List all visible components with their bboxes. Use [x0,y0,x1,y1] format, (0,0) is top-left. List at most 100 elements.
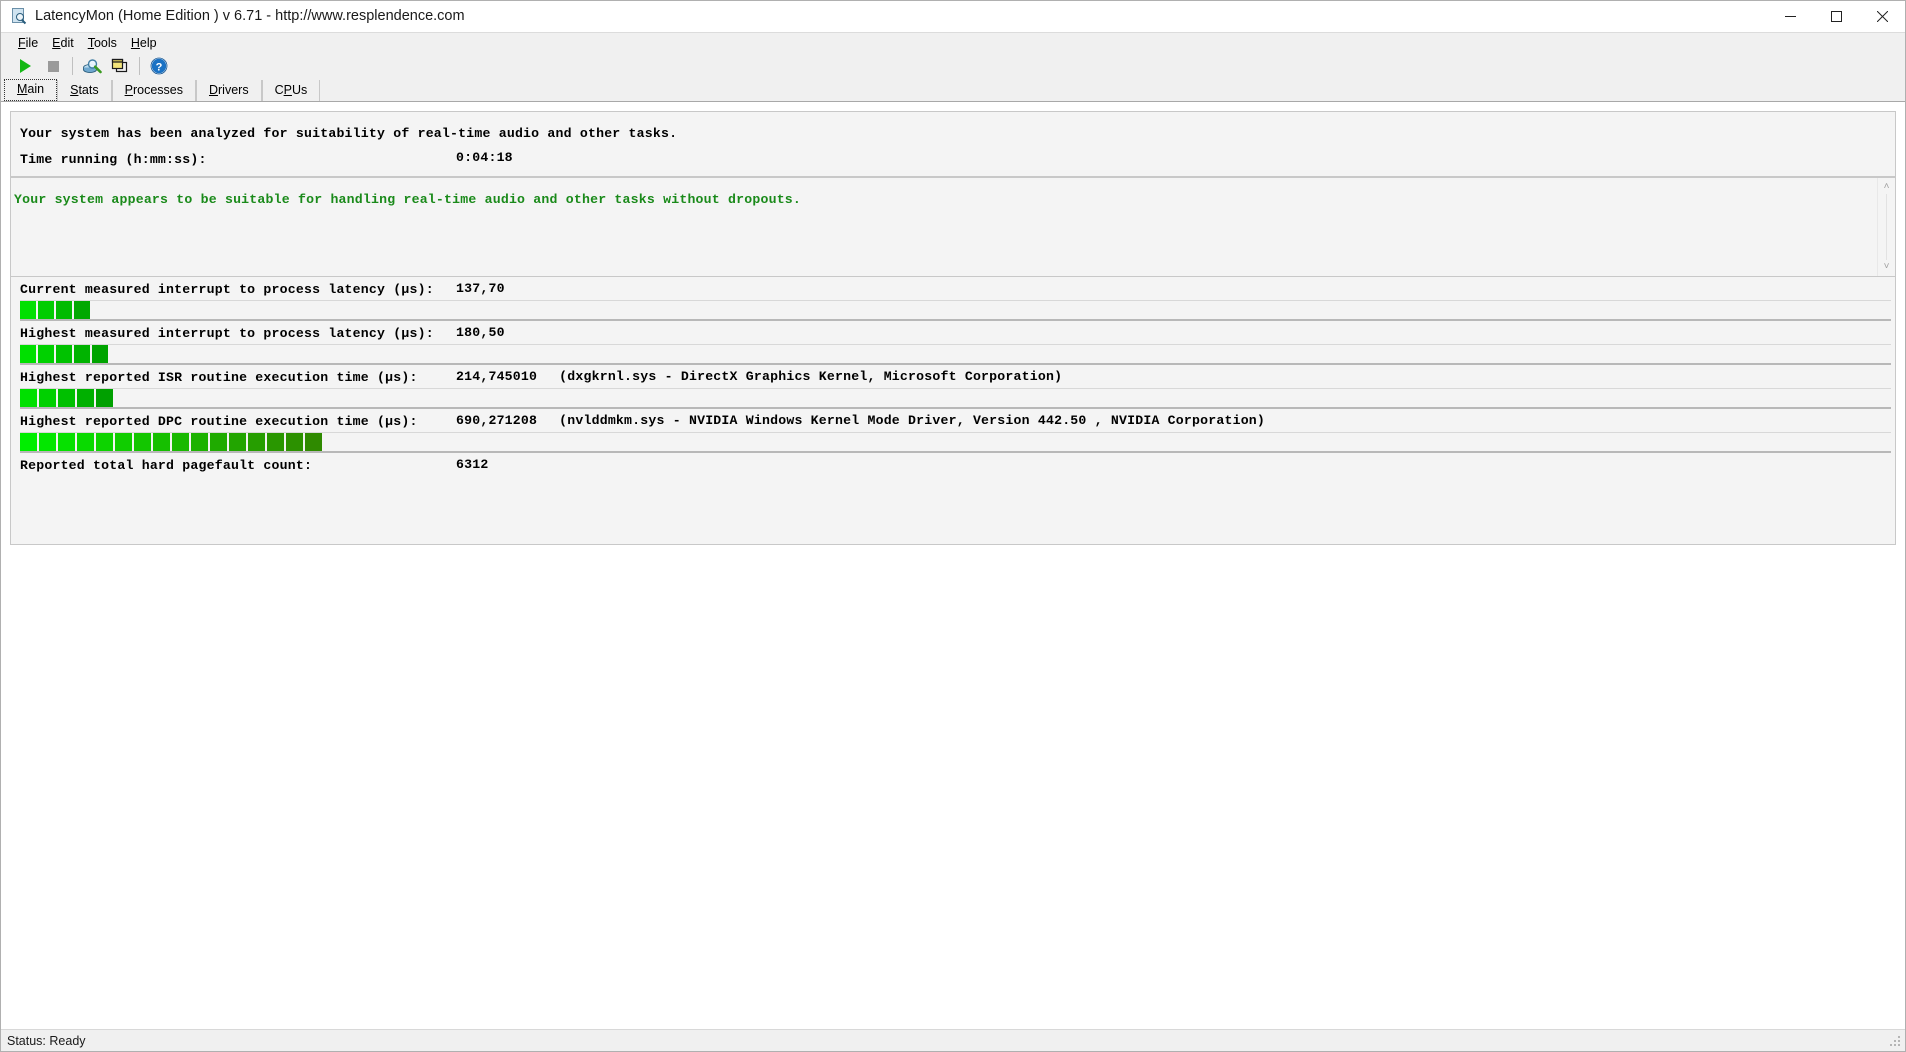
menu-edit[interactable]: Edit [45,35,81,52]
bar-segment [286,433,303,451]
start-monitoring-button[interactable] [11,54,39,78]
tab-stats[interactable]: Stats [57,80,112,101]
stop-icon [47,60,59,72]
close-button[interactable] [1859,1,1905,31]
bar-segment [56,345,72,363]
scroll-down-arrow-icon[interactable]: ˅ [1884,258,1890,276]
bar-segment [210,433,227,451]
bar-segment [20,389,37,407]
tab-main[interactable]: Main [4,79,58,101]
latencymon-window: LatencyMon (Home Edition ) v 6.71 - http… [0,0,1906,1052]
toolbar-separator-1 [72,57,73,75]
metrics-footer-space [11,476,1895,538]
maximize-button[interactable] [1813,1,1859,31]
metric-bar [20,300,1891,321]
system-info-button[interactable] [78,54,106,78]
bar-segment [39,389,56,407]
latencymon-app-icon [11,8,27,25]
bar-segment [305,433,322,451]
resize-grip-icon[interactable] [1888,1034,1902,1048]
analysis-summary-line: Your system has been analyzed for suitab… [20,126,678,141]
metric-reported-hard-pagefault-count: Reported total hard pagefault count: 631… [11,453,1895,538]
minimize-button[interactable] [1767,1,1813,31]
bar-segment [20,345,36,363]
help-button[interactable]: ? [145,54,173,78]
bar-segment [74,301,90,319]
bar-segment [134,433,151,451]
play-icon [19,59,31,73]
time-running-label: Time running (h:mm:ss): [20,152,207,167]
copy-windows-icon [111,58,128,73]
status-bar: Status: Ready [1,1029,1905,1051]
metric-highest-isr-routine-execution-time: Highest reported ISR routine execution t… [11,365,1895,409]
svg-text:?: ? [156,62,163,74]
metric-label: Highest reported ISR routine execution t… [20,370,418,385]
time-running-value: 0:04:18 [456,150,513,165]
menu-bar: File Edit Tools Help [1,32,1905,53]
toolbar: ? [1,53,1905,79]
menu-file-label: ile [25,35,39,50]
metric-highest-interrupt-to-process-latency: Highest measured interrupt to process la… [11,321,1895,365]
bar-segment [248,433,265,451]
metric-value: 214,745010 (dxgkrnl.sys - DirectX Graphic… [456,369,1063,384]
metric-value: 6312 [456,457,489,472]
bar-segment [172,433,189,451]
bar-segment [38,301,54,319]
metric-extra: (nvlddmkm.sys - NVIDIA Windows Kernel Mo… [559,413,1266,428]
stop-monitoring-button[interactable] [39,54,67,78]
disk-magnifier-icon [83,59,102,74]
window-title: LatencyMon (Home Edition ) v 6.71 - http… [35,8,465,24]
metric-highest-dpc-routine-execution-time: Highest reported DPC routine execution t… [11,409,1895,453]
bar-segment [115,433,132,451]
scrollbar-track [1886,194,1887,260]
metric-bar [20,388,1891,409]
bar-segment [58,433,75,451]
metric-label: Current measured interrupt to process la… [20,282,434,297]
metric-label: Highest reported DPC routine execution t… [20,414,418,429]
metric-extra: (dxgkrnl.sys - DirectX Graphics Kernel, … [559,369,1063,384]
bar-segment [77,389,94,407]
menu-help[interactable]: Help [124,35,164,52]
menu-tools[interactable]: Tools [81,35,124,52]
title-bar[interactable]: LatencyMon (Home Edition ) v 6.71 - http… [1,1,1905,32]
help-question-icon: ? [150,57,168,75]
bar-segment [191,433,208,451]
tab-cpus[interactable]: CPUs [261,80,321,101]
bar-segment [77,433,94,451]
bar-segment [153,433,170,451]
menu-file[interactable]: File [11,35,45,52]
window-controls [1767,1,1905,31]
bar-segment [229,433,246,451]
metric-label: Reported total hard pagefault count: [20,458,313,473]
bar-segment [20,301,36,319]
bar-segment [39,433,56,451]
status-text: Status: Ready [7,1033,86,1048]
verdict-panel: Your system appears to be suitable for h… [10,177,1896,277]
tab-strip: Main Stats Processes Drivers CPUs [1,79,1905,102]
bar-segment [38,345,54,363]
bar-segment [96,433,113,451]
metric-bar [20,432,1891,453]
bar-segment [58,389,75,407]
metric-current-interrupt-to-process-latency: Current measured interrupt to process la… [11,277,1895,321]
bar-segment [267,433,284,451]
metrics-panel: Current measured interrupt to process la… [10,277,1896,545]
bar-segment [96,389,113,407]
verdict-scrollbar[interactable]: ˄ ˅ [1877,178,1895,276]
metric-label: Highest measured interrupt to process la… [20,326,434,341]
tab-drivers[interactable]: Drivers [195,80,262,101]
metric-value: 180,50 [456,325,505,340]
summary-panel: Your system has been analyzed for suitab… [10,111,1896,177]
bar-segment [56,301,72,319]
metric-bar [20,344,1891,365]
verdict-text: Your system appears to be suitable for h… [14,192,802,207]
metric-value: 137,70 [456,281,505,296]
tab-processes[interactable]: Processes [111,80,196,101]
bar-segment [92,345,108,363]
main-content: Your system has been analyzed for suitab… [1,102,1905,1029]
metric-value: 690,271208 (nvlddmkm.sys - NVIDIA Windows… [456,413,1266,428]
toolbar-separator-2 [139,57,140,75]
bar-segment [74,345,90,363]
time-running-row: Time running (h:mm:ss): 0:04:18 [11,150,1895,168]
copy-report-button[interactable] [106,54,134,78]
